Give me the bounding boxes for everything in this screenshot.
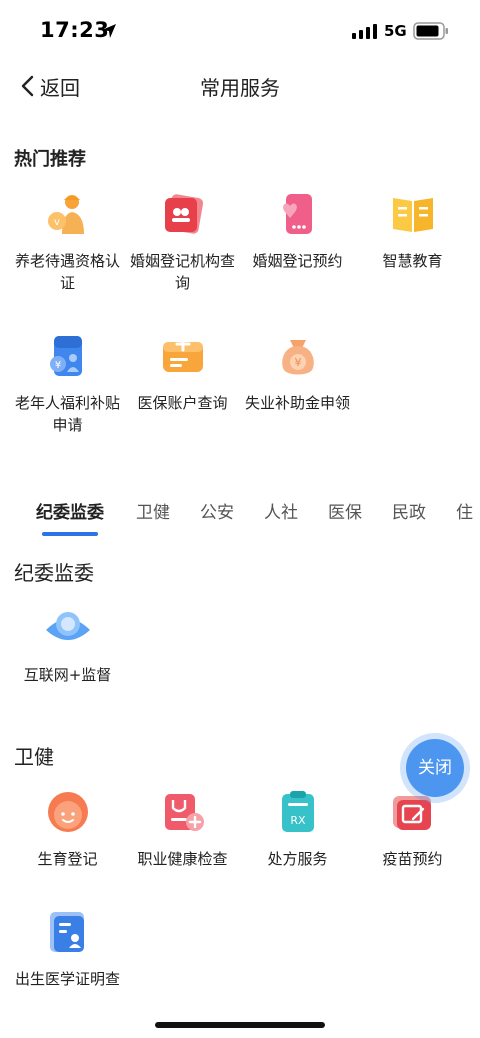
service-item[interactable]: ¥ 失业补助金申领 (240, 304, 355, 446)
tab-renshe[interactable]: 人社 (264, 498, 298, 523)
tab-gongan[interactable]: 公安 (200, 498, 234, 523)
category-tabs: 纪委监委 卫健 公安 人社 医保 民政 住 (0, 484, 480, 536)
svg-text:¥: ¥ (54, 360, 60, 371)
hot-service-grid: v 养老待遇资格认证 婚姻登记机构查询 婚姻登记预约 智慧教育 ¥ 老年人福利补… (10, 162, 470, 446)
service-label: 疫苗预约 (382, 850, 443, 868)
service-label: 养老待遇资格认证 (14, 252, 120, 292)
tab-yibao[interactable]: 医保 (328, 498, 362, 523)
tab-indicator (42, 532, 98, 536)
health-check-icon (164, 794, 204, 831)
open-book-icon (392, 198, 433, 232)
birth-certificate-icon (49, 912, 84, 952)
service-label: 处方服务 (267, 850, 328, 868)
service-label: 生育登记 (37, 850, 98, 868)
service-item[interactable]: 生育登记 (10, 760, 125, 880)
jiwei-service-grid: 互联网+监督 (10, 576, 470, 718)
home-indicator[interactable] (155, 1022, 325, 1028)
page-title: 常用服务 (200, 76, 280, 100)
service-label: 老年人福利补贴申请 (14, 394, 120, 434)
elder-worker-icon: v (47, 195, 84, 234)
elder-subsidy-icon: ¥ (49, 336, 82, 376)
money-bag-icon: ¥ (281, 340, 314, 375)
status-time: 17:23 (40, 18, 110, 42)
battery-icon (413, 22, 448, 40)
service-item[interactable]: 互联网+监督 (10, 576, 125, 718)
svg-text:v: v (54, 217, 60, 228)
service-item[interactable]: RX 处方服务 (240, 760, 355, 880)
service-item[interactable]: 医保账户查询 (125, 304, 240, 446)
service-label: 互联网+监督 (23, 666, 112, 684)
service-item[interactable]: 智慧教育 (355, 162, 470, 304)
location-arrow-icon (102, 24, 116, 38)
service-label: 失业补助金申领 (244, 394, 350, 412)
prescription-rx-icon: RX (281, 791, 314, 832)
close-fab-label: 关闭 (406, 739, 464, 797)
service-label: 医保账户查询 (137, 394, 228, 412)
tab-jiwei[interactable]: 纪委监委 (36, 498, 104, 523)
service-label: 职业健康检查 (137, 850, 228, 868)
service-item[interactable]: 出生医学证明查 (10, 880, 125, 1000)
service-label: 婚姻登记机构查询 (129, 252, 235, 292)
service-label: 出生医学证明查 (14, 970, 120, 988)
baby-face-icon (47, 792, 88, 832)
nav-bar: 返回 常用服务 (0, 64, 480, 108)
service-item[interactable]: 婚姻登记预约 (240, 162, 355, 304)
medical-wallet-icon (162, 336, 203, 372)
marriage-card-icon (164, 194, 203, 234)
close-fab-button[interactable]: 关闭 (400, 733, 470, 803)
service-item[interactable]: ¥ 老年人福利补贴申请 (10, 304, 125, 446)
service-item[interactable]: 婚姻登记机构查询 (125, 162, 240, 304)
service-label: 智慧教育 (382, 252, 443, 270)
eye-icon (45, 612, 90, 640)
tab-more[interactable]: 住 (456, 498, 473, 523)
weijian-service-grid: 生育登记 职业健康检查 RX 处方服务 疫苗预约 出生医学证明查 (10, 760, 470, 1000)
service-label: 婚姻登记预约 (252, 252, 343, 270)
tab-minzheng[interactable]: 民政 (392, 498, 426, 523)
network-label: 5G (384, 22, 407, 40)
svg-text:¥: ¥ (294, 356, 301, 369)
heart-phone-icon (282, 194, 312, 234)
status-bar: 17:23 5G (0, 0, 480, 64)
service-item[interactable]: 职业健康检查 (125, 760, 240, 880)
tab-weijian[interactable]: 卫健 (136, 498, 170, 523)
svg-text:RX: RX (290, 814, 306, 827)
signal-icon (352, 24, 377, 39)
service-item[interactable]: v 养老待遇资格认证 (10, 162, 125, 304)
